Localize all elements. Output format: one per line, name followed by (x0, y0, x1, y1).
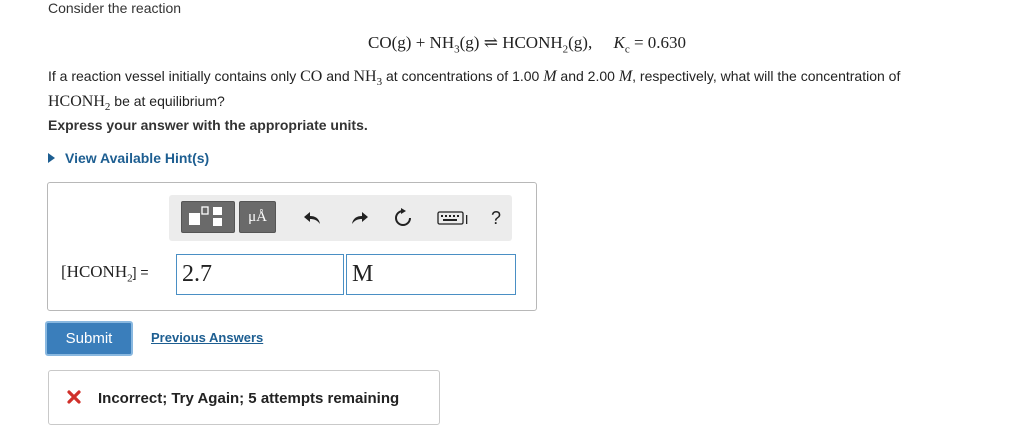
incorrect-x-icon (67, 390, 81, 404)
units-button[interactable]: μÅ (239, 201, 276, 233)
reset-icon[interactable] (392, 207, 414, 229)
feedback-box: Incorrect; Try Again; 5 attempts remaini… (48, 370, 440, 425)
question-text: If a reaction vessel initially contains … (48, 68, 901, 114)
view-hints-link[interactable]: View Available Hint(s) (48, 150, 209, 166)
equilibrium-arrow: ⇌ (483, 33, 498, 52)
reactant-nh3: NH3(g) (429, 33, 480, 56)
answer-variable-label: [HCONH2] = (61, 262, 149, 285)
templates-button[interactable] (181, 201, 235, 233)
help-icon[interactable]: ? (491, 208, 501, 229)
keyboard-icon[interactable] (437, 207, 471, 229)
answer-value-input[interactable]: 2.7 (176, 254, 344, 295)
templates-icon (189, 206, 222, 226)
equilibrium-constant: Kc = 0.630 (613, 33, 687, 56)
feedback-message: Incorrect; Try Again; 5 attempts remaini… (98, 390, 400, 407)
answer-instruction: Express your answer with the appropriate… (48, 117, 368, 133)
math-toolbar: μÅ ? (169, 195, 512, 241)
answer-unit-input[interactable]: M (346, 254, 516, 295)
undo-icon[interactable] (302, 207, 324, 229)
submit-button[interactable]: Submit (45, 321, 133, 356)
reaction-equation: CO(g) + NH3(g) ⇌ HCONH2(g), Kc = 0.630 (368, 33, 686, 55)
problem-intro: Consider the reaction (48, 0, 182, 16)
plus-sign: + (415, 33, 426, 52)
product-hconh2: HCONH2(g), (502, 33, 593, 56)
previous-answers-link[interactable]: Previous Answers (151, 330, 263, 345)
redo-icon[interactable] (348, 207, 370, 229)
reactant-co: CO(g) (368, 33, 412, 52)
expand-triangle-icon (48, 153, 55, 164)
